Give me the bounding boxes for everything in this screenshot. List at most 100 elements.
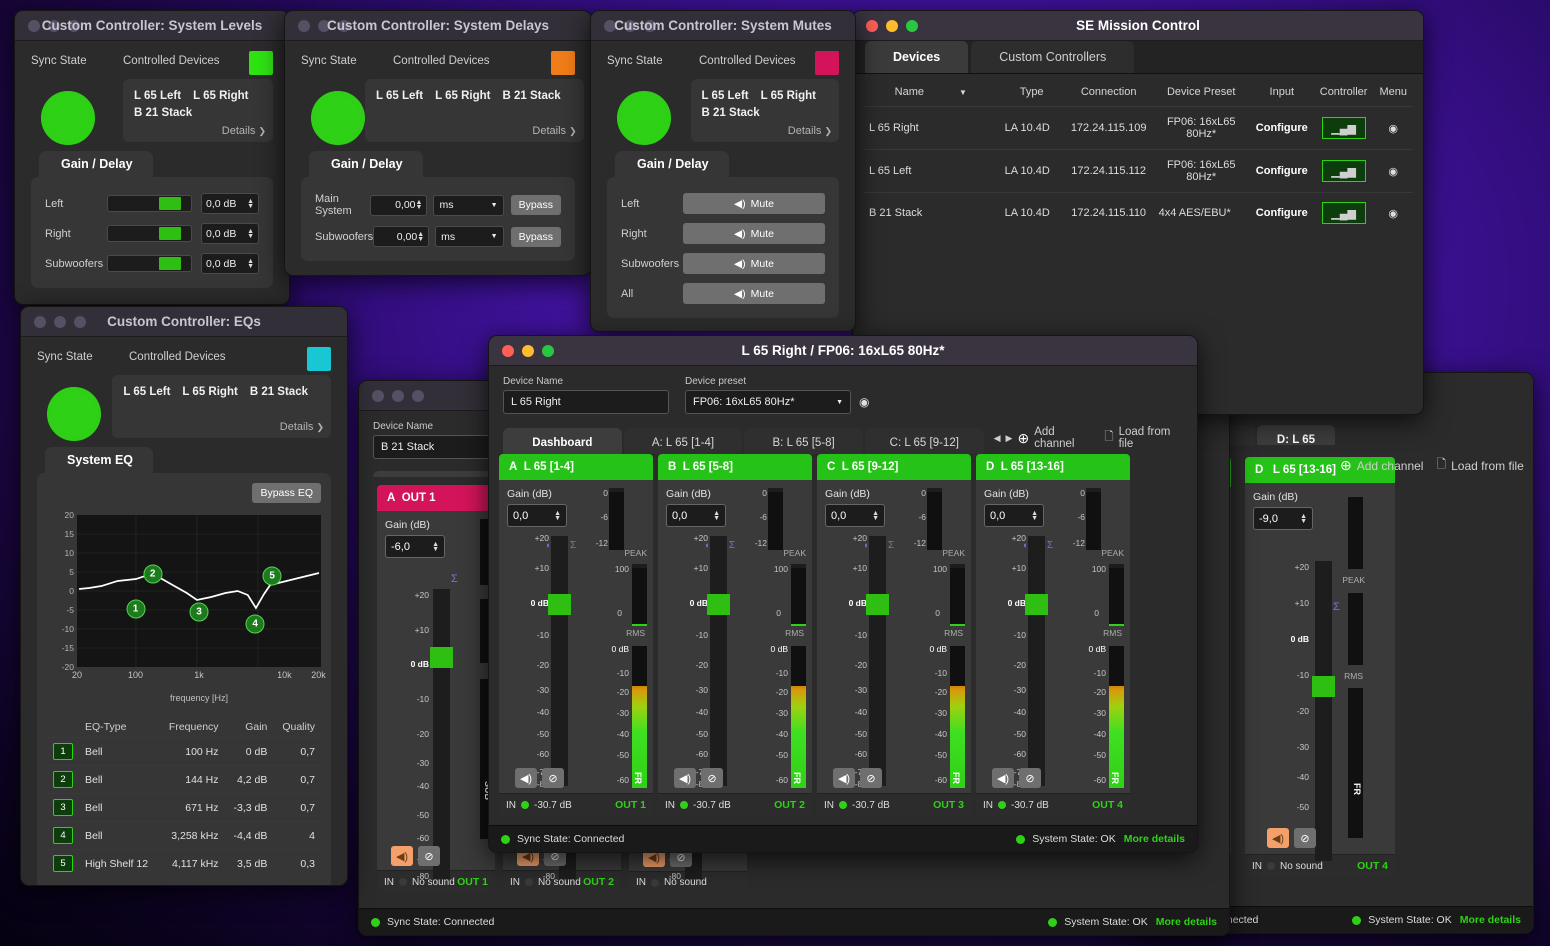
eq-marker-5[interactable]: 5 [263,566,282,585]
window-eqs[interactable]: Custom Controller: EQs Sync State Contro… [20,306,348,886]
lr-polarity-button-b[interactable]: ⊘ [701,768,723,788]
lr-gain-spinner-b[interactable]: ▲▼ [713,511,720,521]
window-system-levels[interactable]: Custom Controller: System Levels Sync St… [14,10,290,305]
fader-d[interactable] [1315,561,1332,861]
lr-polarity-button-d[interactable]: ⊘ [1019,768,1041,788]
eq-marker-3[interactable]: 3 [190,603,209,622]
sl-slider-subs[interactable] [107,255,192,272]
sl-slider-thumb-left[interactable] [159,197,181,210]
lr-mute-button-d[interactable]: ◀) [992,768,1014,788]
close-icon[interactable] [604,20,616,32]
lr-fader-d[interactable] [1028,536,1045,786]
maximize-icon[interactable] [68,20,80,32]
lr-fader-b[interactable] [710,536,727,786]
minimize-icon[interactable] [392,390,404,402]
eq-details-button[interactable]: Details ❯ [280,421,324,433]
sm-panel-tab[interactable]: Gain / Delay [615,151,729,177]
sd-value-subs[interactable]: 0,00▲▼ [373,226,429,247]
controller-button[interactable]: ▁▄▆ [1322,202,1366,224]
lr-gain-input-d[interactable]: 0,0▲▼ [984,504,1044,527]
lr-device-name-input[interactable]: L 65 Right [503,390,669,414]
eq-table-row[interactable]: 4 Bell 3,258 kHz -4,4 dB 4 [47,822,321,850]
eq-panel-tab[interactable]: System EQ [45,447,153,473]
eq-color-chip[interactable] [307,347,331,371]
configure-button[interactable]: Configure [1256,122,1308,134]
eq-table-row[interactable]: 5 High Shelf 12 4,117 kHz 3,5 dB 0,3 [47,850,321,878]
lr-titlebar[interactable]: L 65 Right / FP06: 16xL65 80Hz* [489,336,1197,366]
eq-marker-1[interactable]: 1 [126,600,145,619]
gain-spinner-d[interactable]: ▲▼ [1300,514,1307,524]
file-icon[interactable]: 🗋 [1104,429,1113,448]
lr-gain-spinner-a[interactable]: ▲▼ [554,511,561,521]
lr-gain-input-a[interactable]: 0,0▲▼ [507,504,567,527]
eq-titlebar[interactable]: Custom Controller: EQs [21,307,347,337]
fader-thumb-d[interactable] [1312,676,1335,697]
add-channel-label[interactable]: Add channel [1357,459,1424,473]
lr-fader-c[interactable] [869,536,886,786]
configure-button[interactable]: Configure [1256,165,1308,177]
load-from-file-label[interactable]: Load from file [1119,426,1183,450]
table-row[interactable]: L 65 Left LA 10.4D 172.24.115.112 FP06: … [863,150,1413,193]
sm-mute-all[interactable]: ◀)Mute [683,283,825,304]
lr-mute-button-b[interactable]: ◀) [674,768,696,788]
mc-titlebar[interactable]: SE Mission Control [853,11,1423,41]
lr-gain-input-b[interactable]: 0,0▲▼ [666,504,726,527]
sm-titlebar[interactable]: Custom Controller: System Mutes [591,11,855,41]
more-details-link[interactable]: More details [1460,914,1521,926]
sd-unit-subs[interactable]: ms▼ [435,226,503,247]
b21-mute-a[interactable]: ◀) [391,846,413,866]
eq-table-row[interactable]: 1 Bell 100 Hz 0 dB 0,7 [47,738,321,766]
lr-gain-input-c[interactable]: 0,0▲▼ [825,504,885,527]
eq-row-index[interactable]: 3 [53,799,73,816]
sd-details-button[interactable]: Details ❯ [532,125,576,137]
b21-gain-input-a[interactable]: -6,0▲▼ [385,535,445,558]
menu-icon[interactable]: ◉ [1388,166,1398,178]
sl-value-left[interactable]: 0,0 dB▲▼ [201,193,259,214]
minimize-icon[interactable] [886,20,898,32]
sm-details-button[interactable]: Details ❯ [788,125,832,137]
gain-input-d[interactable]: -9,0 ▲▼ [1253,507,1313,530]
b21-fader-thumb-a[interactable] [430,647,453,668]
lr-channel-strip-d[interactable]: D L 65 [13-16] Gain (dB) 0,0▲▼ 0 -6 -12 [976,454,1130,816]
menu-icon[interactable]: ◉ [1388,208,1398,220]
channel-strip-d[interactable]: D L 65 [13-16] Gain (dB) -9,0 ▲▼ +20+10 … [1245,457,1395,877]
b21-fader-a[interactable] [433,589,450,879]
tab-custom-controllers[interactable]: Custom Controllers [971,41,1134,73]
add-channel-icon[interactable]: ⊕ [1340,457,1352,474]
sd-unit-main[interactable]: ms▼ [433,195,503,216]
eq-row-index[interactable]: 4 [53,827,73,844]
controller-button[interactable]: ▁▄▆ [1322,117,1366,139]
lr-channel-strip-a[interactable]: A L 65 [1-4] Gain (dB) 0,0▲▼ 0 -6 -12 [499,454,653,816]
sm-window-controls[interactable] [591,20,656,32]
eq-bypass-button[interactable]: Bypass EQ [252,483,321,503]
lr-window-controls[interactable] [489,345,554,357]
sl-value-subs[interactable]: 0,0 dB▲▼ [201,253,259,274]
lr-fader-a[interactable] [551,536,568,786]
sl-details-button[interactable]: Details ❯ [222,125,266,137]
sd-titlebar[interactable]: Custom Controller: System Delays [285,11,591,41]
lr-fader-thumb-d[interactable] [1025,594,1048,615]
maximize-icon[interactable] [644,20,656,32]
stepper-subs[interactable]: ▲▼ [247,259,254,269]
minimize-icon[interactable] [54,316,66,328]
stepper-left[interactable]: ▲▼ [247,199,254,209]
lr-polarity-button-a[interactable]: ⊘ [542,768,564,788]
sl-slider-thumb-subs[interactable] [159,257,181,270]
eq-window-controls[interactable] [21,316,86,328]
sm-mute-left[interactable]: ◀)Mute [683,193,825,214]
configure-button[interactable]: Configure [1256,207,1308,219]
eq-table-row[interactable]: 3 Bell 671 Hz -3,3 dB 0,7 [47,794,321,822]
sd-panel-tab[interactable]: Gain / Delay [309,151,423,177]
stepper-subs[interactable]: ▲▼ [417,232,424,242]
b21-window-controls[interactable] [359,390,424,402]
b21-channel-strip-a[interactable]: A OUT 1 Gain (dB) -6,0▲▼ +20+10 0 dB -10… [377,485,495,893]
add-channel-label[interactable]: Add channel [1034,426,1093,450]
lr-gain-spinner-c[interactable]: ▲▼ [872,511,879,521]
sm-color-chip[interactable] [815,51,839,75]
sd-bypass-subs[interactable]: Bypass [511,227,561,247]
sort-chevron-down-icon[interactable]: ▼ [959,88,967,97]
b21-more-details[interactable]: More details [1156,916,1217,928]
load-from-file-label[interactable]: Load from file [1451,459,1524,473]
lr-fader-thumb-a[interactable] [548,594,571,615]
maximize-icon[interactable] [74,316,86,328]
